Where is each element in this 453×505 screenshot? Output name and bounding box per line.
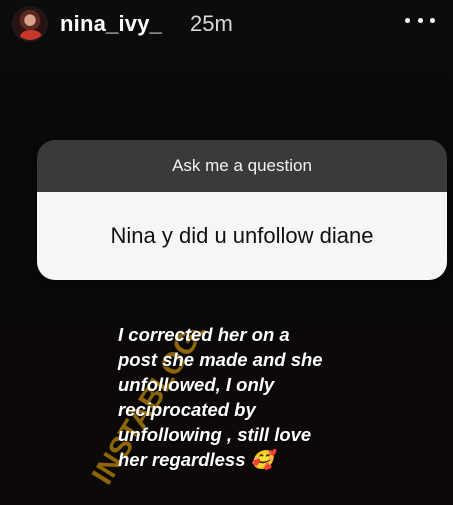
profile-avatar[interactable]: [12, 6, 48, 42]
question-sticker[interactable]: Ask me a question Nina y did u unfollow …: [37, 140, 447, 280]
story-view[interactable]: nina_ivy_ 25m Ask me a question Nina y d…: [0, 0, 453, 505]
question-prompt: Ask me a question: [37, 140, 447, 192]
story-header: nina_ivy_ 25m: [0, 0, 453, 48]
dot-icon: [430, 17, 435, 23]
more-options-icon[interactable]: [405, 8, 435, 32]
answer-line: post she made and she: [118, 349, 323, 370]
dot-icon: [405, 17, 410, 23]
answer-line: her regardless 🥰: [118, 449, 274, 470]
answer-line: I corrected her on a: [118, 324, 290, 345]
answer-line: reciprocated by: [118, 399, 256, 420]
post-time: 25m: [190, 11, 233, 36]
dot-icon: [417, 17, 423, 23]
answer-line: unfollowed, I only: [118, 374, 275, 395]
username[interactable]: nina_ivy_: [60, 11, 162, 37]
answer-line: unfollowing , still love: [118, 424, 312, 445]
answer-text: I corrected her on a post she made and s…: [118, 322, 418, 472]
question-text: Nina y did u unfollow diane: [37, 192, 447, 280]
